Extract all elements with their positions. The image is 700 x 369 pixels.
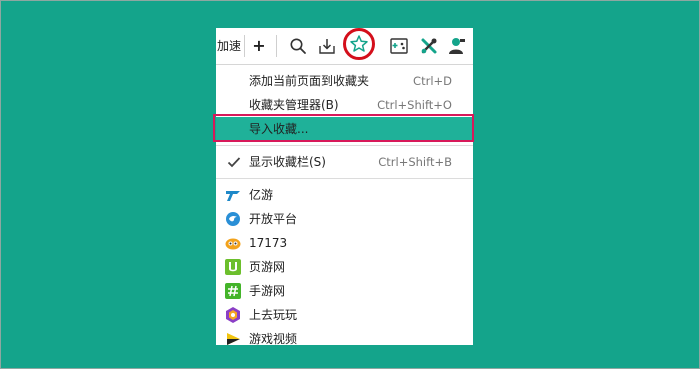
browser-panel: 加速 + 添加当前页面到收藏夹 Ctrl+D 收藏夹管理器(B) Ctrl+Sh… bbox=[213, 28, 474, 346]
menu-item-shortcut: Ctrl+Shift+O bbox=[377, 98, 452, 112]
favorites-menu: 添加当前页面到收藏夹 Ctrl+D 收藏夹管理器(B) Ctrl+Shift+O… bbox=[213, 65, 474, 351]
bookmark-item-yiyou[interactable]: 亿游 bbox=[216, 183, 473, 207]
menu-item-label: 导入收藏... bbox=[249, 122, 309, 136]
search-icon bbox=[290, 38, 306, 54]
bookmark-item-game-video[interactable]: 游戏视频 bbox=[216, 327, 473, 351]
bookmark-item-yeyou[interactable]: 页游网 bbox=[216, 255, 473, 279]
menu-item-label: 显示收藏栏(S) bbox=[249, 155, 326, 169]
menu-item-add-favorite[interactable]: 添加当前页面到收藏夹 Ctrl+D bbox=[216, 69, 473, 93]
tools-button[interactable] bbox=[417, 34, 441, 58]
menu-item-label: 添加当前页面到收藏夹 bbox=[249, 74, 370, 88]
search-button[interactable] bbox=[286, 34, 310, 58]
bookmark-item-open-platform[interactable]: 开放平台 bbox=[216, 207, 473, 231]
menu-item-label: 收藏夹管理器(B) bbox=[249, 98, 339, 112]
checkmark-icon bbox=[227, 150, 241, 182]
tab-divider bbox=[244, 35, 245, 57]
bookmark-item-shouyou[interactable]: 手游网 bbox=[216, 279, 473, 303]
star-icon bbox=[350, 35, 368, 52]
tab-partial[interactable]: 加速 bbox=[216, 35, 242, 57]
bookmark-label: 开放平台 bbox=[249, 212, 298, 226]
17173-icon bbox=[225, 238, 241, 250]
bookmark-label: 页游网 bbox=[249, 260, 286, 274]
download-icon bbox=[319, 39, 335, 54]
shouyou-icon bbox=[225, 283, 241, 299]
menu-item-show-favorites-bar[interactable]: 显示收藏栏(S) Ctrl+Shift+B bbox=[216, 150, 473, 174]
menu-item-favorites-manager[interactable]: 收藏夹管理器(B) Ctrl+Shift+O bbox=[216, 93, 473, 117]
download-button[interactable] bbox=[315, 34, 339, 58]
menu-separator bbox=[216, 145, 473, 146]
yeyou-icon bbox=[225, 259, 241, 275]
gamepad-icon bbox=[390, 38, 408, 54]
open-platform-icon bbox=[226, 212, 240, 226]
bookmark-label: 手游网 bbox=[249, 284, 286, 298]
tools-icon bbox=[421, 38, 437, 54]
bookmark-item-17173[interactable]: 17173 bbox=[216, 231, 473, 255]
bookmark-item-shangqu[interactable]: 上去玩玩 bbox=[216, 303, 473, 327]
bookmark-label: 亿游 bbox=[249, 188, 274, 202]
menu-item-import-favorites[interactable]: 导入收藏... bbox=[213, 114, 474, 142]
game-video-icon bbox=[227, 333, 240, 345]
menu-item-shortcut: Ctrl+Shift+B bbox=[378, 155, 452, 169]
new-tab-button[interactable]: + bbox=[251, 35, 267, 57]
tab-divider bbox=[276, 35, 277, 57]
menu-separator bbox=[216, 178, 473, 179]
user-icon bbox=[449, 38, 465, 54]
browser-toolbar: 加速 + bbox=[216, 28, 473, 65]
favorites-button[interactable] bbox=[347, 32, 371, 56]
menu-item-shortcut: Ctrl+D bbox=[413, 74, 452, 88]
tab-partial-label: 加速 bbox=[217, 39, 242, 53]
bookmark-label: 上去玩玩 bbox=[249, 308, 298, 322]
game-button[interactable] bbox=[387, 34, 411, 58]
user-button[interactable] bbox=[445, 34, 469, 58]
bookmark-label: 游戏视频 bbox=[249, 332, 298, 346]
yiyou-icon bbox=[226, 191, 240, 201]
bookmark-label: 17173 bbox=[249, 236, 288, 250]
shangqu-icon bbox=[226, 307, 240, 323]
